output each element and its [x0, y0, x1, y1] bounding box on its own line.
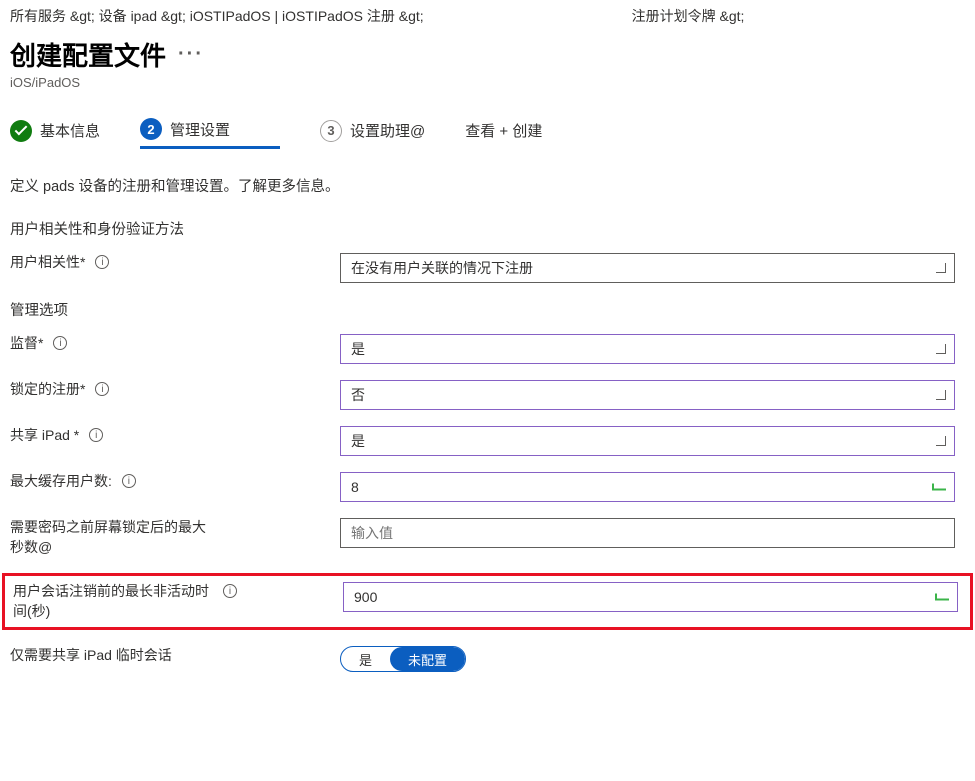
step-label: 查看 + 创建	[465, 120, 542, 141]
ellipsis-icon[interactable]: ···	[178, 43, 204, 66]
info-icon[interactable]: i	[223, 584, 237, 598]
seconds-input-field[interactable]	[351, 525, 922, 541]
step-setup-assistant[interactable]: 3 设置助理@	[320, 120, 425, 148]
page-subtitle: iOS/iPadOS	[10, 75, 965, 90]
breadcrumb-part2[interactable]: 注册计划令牌 &gt;	[632, 6, 745, 26]
supervised-select[interactable]: 是	[340, 334, 955, 364]
chevron-down-icon	[936, 390, 946, 400]
section-mgmt-label: 管理选项	[10, 299, 965, 320]
section-auth-label: 用户相关性和身份验证方法	[10, 218, 965, 239]
field-max-cached-users: 最大缓存用户数: i 8	[10, 472, 965, 502]
step-label: 设置助理@	[350, 120, 425, 141]
shared-ipad-select[interactable]: 是	[340, 426, 955, 456]
step-number-icon: 3	[320, 120, 342, 142]
checkmark-icon	[935, 594, 949, 601]
info-icon[interactable]: i	[89, 428, 103, 442]
field-label: 用户会话注销前的最长非活动时间(秒)	[13, 582, 213, 621]
step-label: 基本信息	[40, 120, 100, 141]
info-icon[interactable]: i	[95, 382, 109, 396]
info-icon[interactable]: i	[122, 474, 136, 488]
field-inactivity-timeout-highlight: 用户会话注销前的最长非活动时间(秒) i 900	[2, 573, 973, 630]
field-label: 最大缓存用户数:	[10, 472, 112, 492]
field-label: 锁定的注册*	[10, 380, 85, 400]
chevron-down-icon	[936, 263, 946, 273]
field-temp-session-only: 仅需要共享 iPad 临时会话 是 未配置	[10, 646, 965, 672]
page-description: 定义 pads 设备的注册和管理设置。了解更多信息。	[10, 175, 965, 196]
select-value: 是	[351, 339, 365, 359]
field-seconds-before-lock: 需要密码之前屏幕锁定后的最大秒数@	[10, 518, 965, 557]
checkmark-icon	[932, 484, 946, 491]
select-value: 在没有用户关联的情况下注册	[351, 258, 533, 278]
step-review-create[interactable]: 查看 + 创建	[465, 120, 542, 147]
seconds-before-lock-input[interactable]	[340, 518, 955, 548]
toggle-option-yes[interactable]: 是	[341, 647, 390, 671]
breadcrumb: 所有服务 &gt; 设备 ipad &gt; iOSTIPadOS | iOST…	[10, 6, 965, 26]
field-label: 监督*	[10, 334, 43, 354]
info-icon[interactable]: i	[95, 255, 109, 269]
temp-session-toggle[interactable]: 是 未配置	[340, 646, 466, 672]
field-locked-enrollment: 锁定的注册* i 否	[10, 380, 965, 410]
wizard-steps: 基本信息 2 管理设置 3 设置助理@ 查看 + 创建	[10, 118, 965, 149]
page-title-text: 创建配置文件	[10, 36, 166, 73]
toggle-option-not-configured[interactable]: 未配置	[390, 647, 465, 671]
breadcrumb-part1[interactable]: 所有服务 &gt; 设备 ipad &gt; iOSTIPadOS | iOST…	[10, 6, 424, 26]
field-label: 仅需要共享 iPad 临时会话	[10, 646, 172, 666]
field-label: 用户相关性*	[10, 253, 85, 273]
chevron-down-icon	[936, 436, 946, 446]
check-icon	[10, 120, 32, 142]
step-basic-info[interactable]: 基本信息	[10, 120, 100, 148]
select-value: 否	[351, 385, 365, 405]
input-value: 8	[351, 479, 359, 495]
step-label: 管理设置	[170, 119, 230, 140]
step-number-icon: 2	[140, 118, 162, 140]
locked-enrollment-select[interactable]: 否	[340, 380, 955, 410]
field-shared-ipad: 共享 iPad * i 是	[10, 426, 965, 456]
max-cached-users-input[interactable]: 8	[340, 472, 955, 502]
input-value: 900	[354, 589, 377, 605]
field-label: 共享 iPad *	[10, 426, 79, 446]
field-user-affinity: 用户相关性* i 在没有用户关联的情况下注册	[10, 253, 965, 283]
user-affinity-select[interactable]: 在没有用户关联的情况下注册	[340, 253, 955, 283]
inactivity-timeout-input[interactable]: 900	[343, 582, 958, 612]
page-title: 创建配置文件 ···	[10, 36, 965, 73]
field-label: 需要密码之前屏幕锁定后的最大秒数@	[10, 518, 210, 557]
field-supervised: 监督* i 是	[10, 334, 965, 364]
chevron-down-icon	[936, 344, 946, 354]
step-management-settings[interactable]: 2 管理设置	[140, 118, 280, 149]
info-icon[interactable]: i	[53, 336, 67, 350]
select-value: 是	[351, 431, 365, 451]
